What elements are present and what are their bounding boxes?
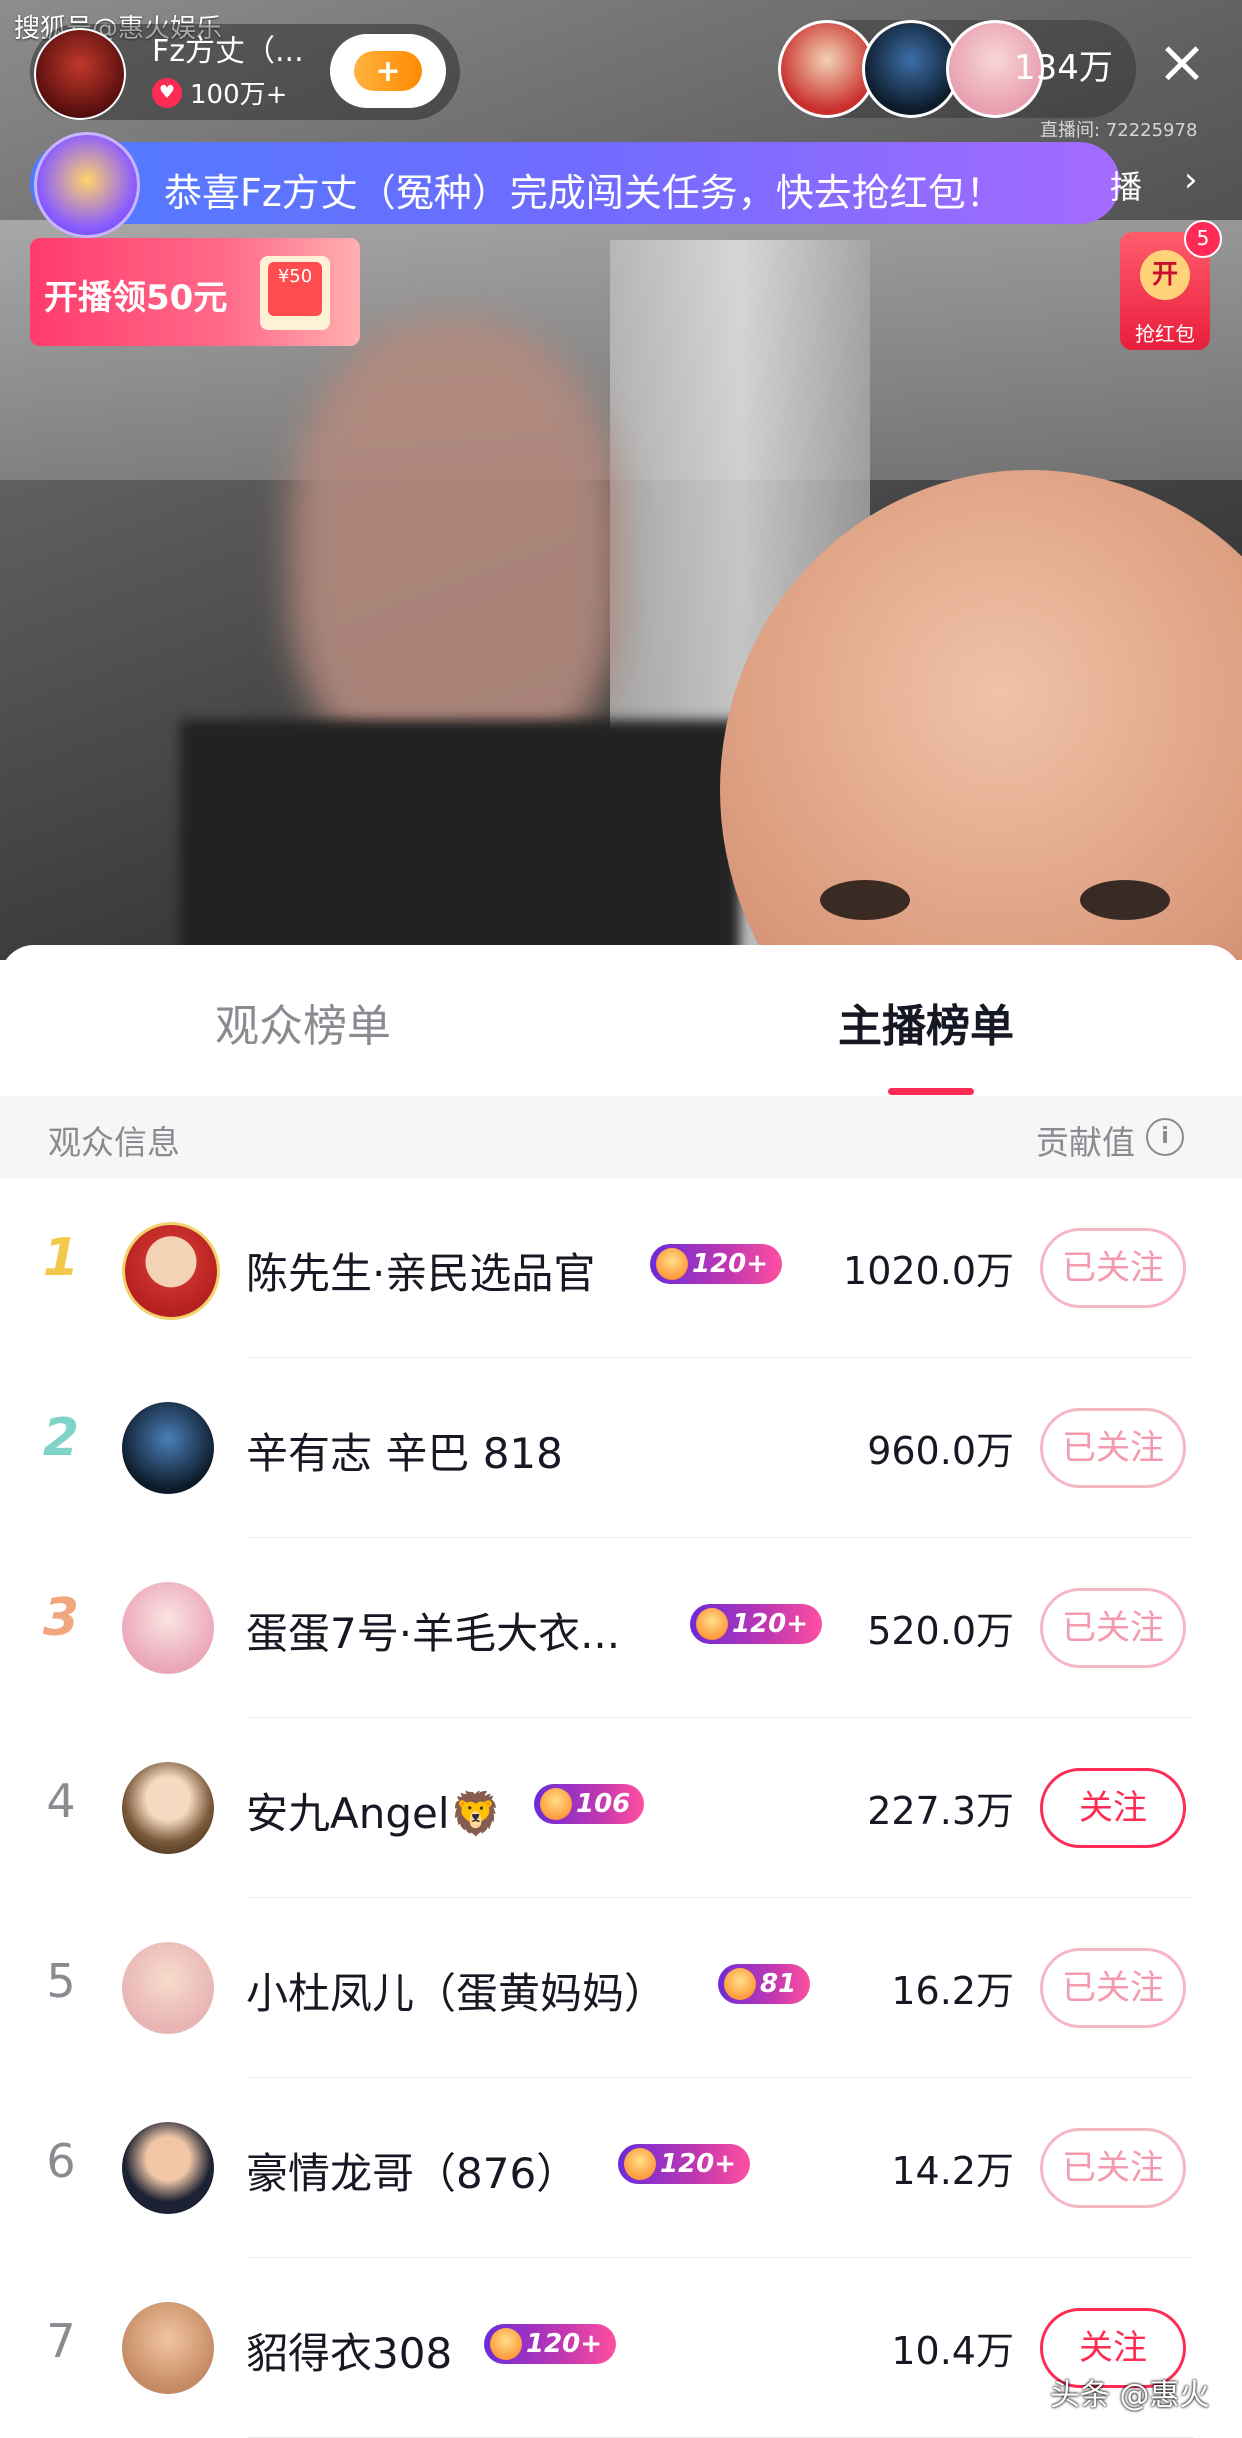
anchor-likes-count: 100万+ (190, 74, 287, 111)
user-name[interactable]: 辛有志 辛巴 818 (246, 1420, 563, 1481)
rank-number: 6 (36, 2134, 86, 2188)
contribution-value: 16.2万 (891, 1960, 1014, 2015)
video-eye-right (1080, 880, 1170, 920)
contribution-value: 14.2万 (891, 2140, 1014, 2195)
followed-button[interactable]: 已关注 (1040, 1948, 1186, 2028)
followed-button[interactable]: 已关注 (1040, 1588, 1186, 1668)
rank-number: 3 (36, 1588, 86, 1648)
user-name[interactable]: 陈先生·亲民选品官 (246, 1240, 595, 1301)
rank-number: 1 (36, 1228, 86, 1288)
user-avatar[interactable] (122, 2122, 214, 2214)
ranking-row[interactable]: 5 小杜凤儿（蛋黄妈妈） 81 16.2万已关注 (0, 1898, 1242, 2078)
rank-number: 5 (36, 1954, 86, 2008)
info-icon[interactable]: i (1146, 1118, 1184, 1156)
banner-tail-text: 播 (1110, 162, 1142, 208)
rank-number: 2 (36, 1408, 86, 1468)
promo-text: 开播领50元 (44, 270, 227, 319)
banner-text: 恭喜Fz方丈（冤种）完成闯关任务，快去抢红包！ (164, 162, 1004, 217)
followed-button[interactable]: 已关注 (1040, 1408, 1186, 1488)
contribution-value: 10.4万 (891, 2320, 1014, 2375)
anchor-name: Fz方丈（... (152, 26, 304, 70)
top-viewer-avatars[interactable] (778, 20, 1044, 118)
contribution-value: 227.3万 (867, 1780, 1014, 1835)
heart-icon: ♥ (152, 78, 182, 108)
user-avatar[interactable] (122, 1582, 214, 1674)
red-envelope-icon: ¥50 (260, 256, 330, 330)
anchor-likes: ♥ 100万+ (152, 74, 287, 111)
user-avatar[interactable] (122, 2302, 214, 2394)
level-badge: 120+ (618, 2144, 750, 2184)
ranking-row[interactable]: 6 豪情龙哥（876） 120+ 14.2万已关注 (0, 2078, 1242, 2258)
envelope-amount: ¥50 (268, 262, 322, 316)
video-eye-left (820, 880, 910, 920)
ranking-row[interactable]: 2 辛有志 辛巴 818 960.0万已关注 (0, 1358, 1242, 1538)
tab-audience-ranking[interactable]: 观众榜单 (215, 990, 391, 1054)
ranking-row[interactable]: 4 安九Angel🦁 106 227.3万关注 (0, 1718, 1242, 1898)
user-name[interactable]: 蛋蛋7号·羊毛大衣... (246, 1600, 620, 1661)
viewer-count: 134万 (1014, 40, 1113, 89)
followed-button[interactable]: 已关注 (1040, 1228, 1186, 1308)
user-avatar[interactable] (122, 1942, 214, 2034)
ranking-row[interactable]: 3 蛋蛋7号·羊毛大衣... 120+ 520.0万已关注 (0, 1538, 1242, 1718)
user-name[interactable]: 貂得衣308 (246, 2320, 452, 2381)
level-badge: 120+ (484, 2324, 616, 2364)
tab-anchor-ranking[interactable]: 主播榜单 (838, 990, 1014, 1054)
red-packet-badge: 5 (1184, 220, 1222, 258)
level-badge: 120+ (690, 1604, 822, 1644)
list-header-contribution: 贡献值 (1036, 1116, 1135, 1164)
user-name[interactable]: 小杜凤儿（蛋黄妈妈） (246, 1960, 666, 2021)
level-badge: 81 (718, 1964, 810, 2004)
video-waving-hand (290, 320, 620, 780)
video-jacket (180, 720, 740, 960)
rank-number: 4 (36, 1774, 86, 1828)
user-avatar[interactable] (122, 1222, 220, 1320)
contribution-value: 520.0万 (867, 1600, 1014, 1655)
contribution-value: 960.0万 (867, 1420, 1014, 1475)
user-avatar[interactable] (122, 1762, 214, 1854)
anchor-avatar[interactable] (34, 28, 126, 120)
follow-button[interactable]: 关注 (1040, 1768, 1186, 1848)
list-header-user-info: 观众信息 (48, 1116, 180, 1164)
room-id: 直播间: 72225978 (1040, 116, 1197, 142)
active-tab-indicator (888, 1088, 974, 1095)
followed-button[interactable]: 已关注 (1040, 2128, 1186, 2208)
user-name[interactable]: 豪情龙哥（876） (246, 2140, 578, 2201)
red-packet-open-icon: 开 (1140, 250, 1190, 300)
level-badge: 120+ (650, 1244, 782, 1284)
diamond-badge-icon (34, 132, 140, 238)
red-packet-label: 抢红包 (1120, 318, 1210, 347)
close-icon[interactable]: × (1152, 32, 1212, 92)
user-name[interactable]: 安九Angel🦁 (246, 1780, 502, 1841)
ranking-row[interactable]: 1 陈先生·亲民选品官 120+ 1020.0万已关注 (0, 1178, 1242, 1358)
contribution-value: 1020.0万 (843, 1240, 1014, 1295)
watermark-bottom: 头条 @惠火 (1050, 2370, 1210, 2414)
follow-anchor-button[interactable]: + (330, 34, 446, 108)
chevron-right-icon[interactable]: › (1184, 160, 1198, 200)
level-badge: 106 (534, 1784, 644, 1824)
rank-number: 7 (36, 2314, 86, 2368)
plus-icon: + (354, 51, 422, 91)
user-avatar[interactable] (122, 1402, 214, 1494)
